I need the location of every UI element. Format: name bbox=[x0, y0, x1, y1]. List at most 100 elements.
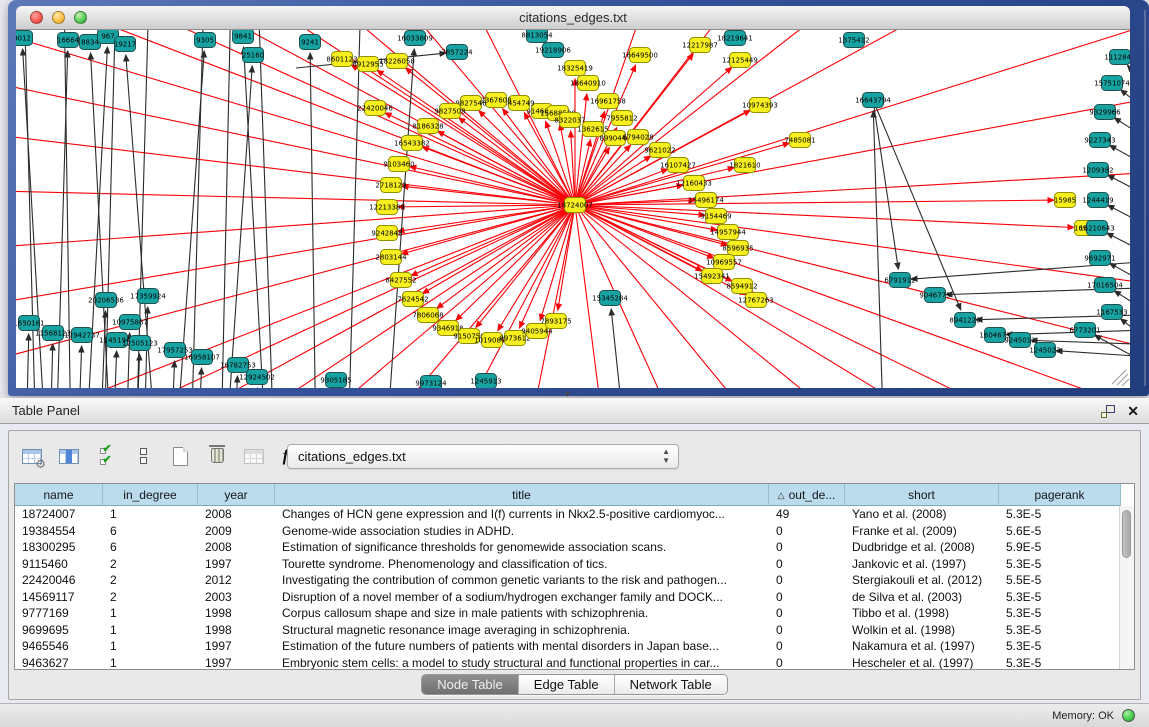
table-row[interactable]: 946362711997Embryonic stem cells: a mode… bbox=[15, 655, 1121, 671]
graph-edge[interactable] bbox=[1108, 175, 1130, 192]
graph-edge[interactable] bbox=[1110, 145, 1130, 162]
table-row[interactable]: 969969511998Structural magnetic resonanc… bbox=[15, 622, 1121, 639]
graph-node-label: 7857224 bbox=[441, 49, 473, 57]
table-row[interactable]: 1830029562008Estimation of significance … bbox=[15, 539, 1121, 556]
table-row[interactable]: 911546021997Tourette syndrome. Phenomeno… bbox=[15, 556, 1121, 573]
table-header-row: namein_degreeyeartitle△out_de...shortpag… bbox=[15, 484, 1121, 506]
graph-edge[interactable] bbox=[1108, 205, 1130, 222]
show-hide-columns-icon[interactable]: ✔ ✔ bbox=[91, 442, 121, 470]
table-cell: 5.3E-5 bbox=[999, 655, 1121, 671]
graph-node-label: 10975887 bbox=[112, 319, 148, 327]
table-cell: 2 bbox=[103, 572, 198, 589]
select-column-icon[interactable] bbox=[54, 442, 84, 470]
graph-node-label: 8813054 bbox=[521, 32, 553, 40]
network-graph-canvas[interactable]: 1872400791468218454749236760898275469827… bbox=[16, 30, 1130, 388]
graph-edge[interactable] bbox=[575, 205, 1130, 388]
graph-edge[interactable] bbox=[873, 111, 884, 388]
graph-node-label: 8186328 bbox=[412, 123, 443, 131]
table-cell: 1997 bbox=[198, 638, 275, 655]
table-cell: Tibbo et al. (1998) bbox=[845, 605, 999, 622]
graph-node-label: 9154469 bbox=[700, 213, 731, 221]
table-cell: 6 bbox=[103, 539, 198, 556]
graph-edge[interactable] bbox=[16, 30, 575, 205]
table-settings-icon[interactable]: ⚙ bbox=[17, 442, 47, 470]
graph-edge[interactable] bbox=[406, 68, 575, 205]
vertical-scrollbar[interactable] bbox=[1119, 506, 1134, 669]
column-header-title[interactable]: title bbox=[275, 484, 769, 506]
graph-edge[interactable] bbox=[176, 51, 204, 388]
graph-edge[interactable] bbox=[16, 30, 575, 205]
table-row[interactable]: 946554611997Estimation of the future num… bbox=[15, 638, 1121, 655]
graph-edge[interactable] bbox=[476, 205, 575, 327]
row-options-icon[interactable] bbox=[128, 442, 158, 470]
graph-edge[interactable] bbox=[198, 368, 202, 388]
graph-edge[interactable] bbox=[234, 376, 237, 388]
scrollbar-thumb[interactable] bbox=[1122, 510, 1131, 558]
new-table-icon[interactable] bbox=[165, 442, 195, 470]
table-cell: 2009 bbox=[198, 523, 275, 540]
graph-node-label: 7485081 bbox=[784, 137, 815, 145]
graph-edge[interactable] bbox=[348, 30, 361, 388]
graph-edge[interactable] bbox=[244, 47, 266, 388]
graph-edge[interactable] bbox=[575, 205, 1130, 360]
table-cell: 0 bbox=[769, 539, 845, 556]
graph-edge[interactable] bbox=[286, 205, 575, 388]
graph-edge[interactable] bbox=[873, 100, 898, 269]
graph-node-label: 15345284 bbox=[592, 295, 628, 303]
graph-edge[interactable] bbox=[437, 205, 575, 308]
graph-node-label: 10969557 bbox=[706, 259, 742, 267]
graph-edge[interactable] bbox=[1114, 118, 1130, 134]
graph-edge[interactable] bbox=[1056, 351, 1130, 358]
window-title-bar[interactable]: citations_edges.txt bbox=[16, 6, 1130, 30]
graph-edge[interactable] bbox=[78, 346, 82, 388]
canvas-resize-grip[interactable] bbox=[1112, 370, 1129, 386]
graph-edge[interactable] bbox=[611, 309, 626, 388]
graph-node-label: 18226058 bbox=[379, 58, 415, 66]
column-header-out_de[interactable]: △out_de... bbox=[769, 484, 845, 506]
column-header-year[interactable]: year bbox=[198, 484, 275, 506]
graph-edge[interactable] bbox=[221, 30, 231, 388]
graph-edge[interactable] bbox=[46, 205, 575, 388]
graph-node-label: 6791912 bbox=[884, 277, 915, 285]
graph-node-label: 1650161 bbox=[16, 320, 45, 328]
window-frame-highlight bbox=[1144, 10, 1146, 386]
column-header-short[interactable]: short bbox=[845, 484, 999, 506]
graph-edge[interactable] bbox=[575, 143, 789, 205]
graph-node-label: 14957944 bbox=[710, 229, 746, 237]
graph-edge[interactable] bbox=[26, 334, 29, 388]
tab-network-table[interactable]: Network Table bbox=[614, 675, 727, 694]
graph-edge[interactable] bbox=[310, 53, 316, 388]
delete-table-icon[interactable] bbox=[202, 442, 232, 470]
table-row[interactable]: 2242004622012Investigating the contribut… bbox=[15, 572, 1121, 589]
gear-icon: ⚙ bbox=[35, 458, 46, 470]
table-row[interactable]: 1938455462009Genome-wide association stu… bbox=[15, 523, 1121, 540]
graph-node-label: 1245023 bbox=[1029, 347, 1060, 355]
network-table-selector[interactable]: citations_edges.txt ▲▼ bbox=[287, 444, 679, 469]
graph-edge[interactable] bbox=[56, 30, 575, 205]
citation-network-graph[interactable]: 1872400791468218454749236760898275469827… bbox=[16, 30, 1130, 388]
tab-node-table[interactable]: Node Table bbox=[422, 675, 518, 694]
table-panel-container: ⚙ ✔ ✔ f(x) citations_edges.txt ▲▼ namein… bbox=[8, 430, 1141, 700]
graph-edge[interactable] bbox=[50, 344, 53, 388]
column-header-in_degree[interactable]: in_degree bbox=[103, 484, 198, 506]
graph-edge[interactable] bbox=[1121, 319, 1130, 334]
graph-edge[interactable] bbox=[1127, 65, 1130, 79]
table-row[interactable]: 1456911722003Disruption of a novel membe… bbox=[15, 589, 1121, 606]
graph-edge[interactable] bbox=[100, 311, 106, 388]
table-cell: 5.3E-5 bbox=[999, 506, 1121, 523]
memory-ok-indicator[interactable] bbox=[1122, 709, 1135, 722]
graph-edge[interactable] bbox=[171, 361, 175, 388]
table-row[interactable]: 1872400712008Changes of HCN gene express… bbox=[15, 506, 1121, 523]
tab-edge-table[interactable]: Edge Table bbox=[518, 675, 614, 694]
close-panel-icon[interactable]: ✕ bbox=[1127, 404, 1139, 418]
table-cell: 5.3E-5 bbox=[999, 589, 1121, 606]
table-row[interactable]: 977716911998Corpus callosum shape and si… bbox=[15, 605, 1121, 622]
graph-edge[interactable] bbox=[113, 351, 117, 388]
table-cell: 1997 bbox=[198, 655, 275, 671]
float-panel-icon[interactable] bbox=[1101, 405, 1115, 418]
graph-edge[interactable] bbox=[1107, 233, 1130, 250]
column-header-pagerank[interactable]: pagerank bbox=[999, 484, 1121, 506]
column-header-name[interactable]: name bbox=[15, 484, 103, 506]
graph-edge[interactable] bbox=[226, 66, 252, 388]
table-cell: 1 bbox=[103, 655, 198, 671]
